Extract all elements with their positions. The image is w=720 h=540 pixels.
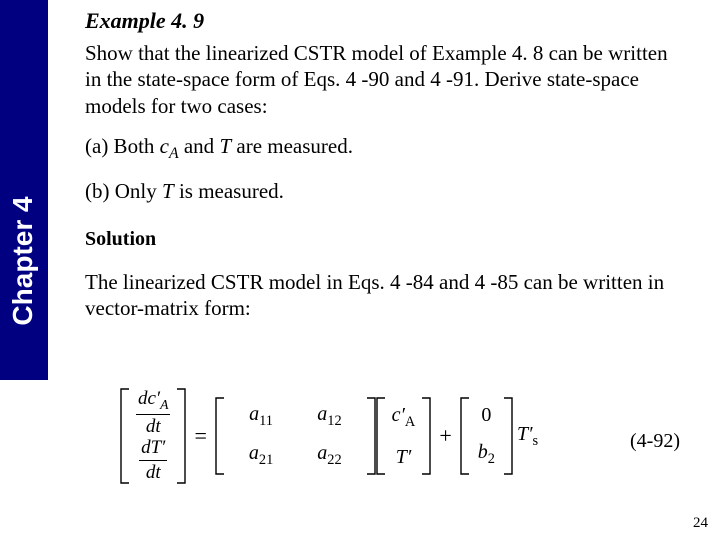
bracket-icon bbox=[503, 397, 513, 475]
equation-number: (4-92) bbox=[630, 430, 680, 453]
equals-sign: = bbox=[186, 423, 214, 449]
dca-sub: A bbox=[160, 397, 168, 412]
b-zero: 0 bbox=[481, 405, 491, 425]
b2: b2 bbox=[478, 442, 495, 466]
slide-content: Example 4. 9 Show that the linearized CS… bbox=[85, 8, 682, 331]
a22: a22 bbox=[317, 443, 341, 467]
case-a-suffix: are measured. bbox=[231, 134, 353, 158]
solution-heading: Solution bbox=[85, 228, 682, 251]
plus-sign: + bbox=[431, 423, 459, 449]
intro-paragraph: Show that the linearized CSTR model of E… bbox=[85, 40, 682, 119]
example-title: Example 4. 9 bbox=[85, 8, 682, 34]
bracket-icon bbox=[376, 397, 386, 475]
dT-den: dt bbox=[144, 463, 163, 483]
case-b: (b) Only T is measured. bbox=[85, 178, 682, 204]
a11: a11 bbox=[249, 404, 273, 428]
case-b-suffix: is measured. bbox=[174, 179, 284, 203]
dt-dt: dT′ dt bbox=[139, 438, 167, 483]
var-t: T bbox=[219, 134, 231, 158]
dT-num: dT′ bbox=[139, 438, 167, 458]
solution-paragraph: The linearized CSTR model in Eqs. 4 -84 … bbox=[85, 269, 682, 322]
case-a: (a) Both cA and T are measured. bbox=[85, 133, 682, 164]
case-b-prefix: (b) Only bbox=[85, 179, 162, 203]
a12: a12 bbox=[317, 404, 341, 428]
var-ca-sub: A bbox=[169, 145, 179, 162]
bracket-icon bbox=[460, 397, 470, 475]
var-ca: c bbox=[160, 134, 169, 158]
bracket-icon bbox=[176, 388, 186, 484]
bracket-icon bbox=[215, 397, 225, 475]
a21: a21 bbox=[249, 443, 273, 467]
dca-num: dc′ bbox=[138, 388, 160, 409]
page-number: 24 bbox=[693, 515, 708, 532]
dca-dt: dc′A dt bbox=[136, 389, 170, 437]
dca-den: dt bbox=[144, 417, 163, 437]
state-ca: c′A bbox=[392, 405, 416, 429]
case-a-mid: and bbox=[179, 134, 220, 158]
equation: dc′A dt dT′ dt = a11 a21 a12 a22 bbox=[120, 388, 680, 498]
chapter-label: Chapter 4 bbox=[7, 176, 39, 346]
var-t2: T bbox=[162, 179, 174, 203]
bracket-icon bbox=[120, 388, 130, 484]
case-a-prefix: (a) Both bbox=[85, 134, 160, 158]
state-t: T′ bbox=[396, 447, 412, 467]
input-ts: T′s bbox=[517, 424, 538, 448]
chapter-sidebar: Chapter 4 bbox=[0, 0, 48, 380]
bracket-icon bbox=[366, 397, 376, 475]
bracket-icon bbox=[421, 397, 431, 475]
